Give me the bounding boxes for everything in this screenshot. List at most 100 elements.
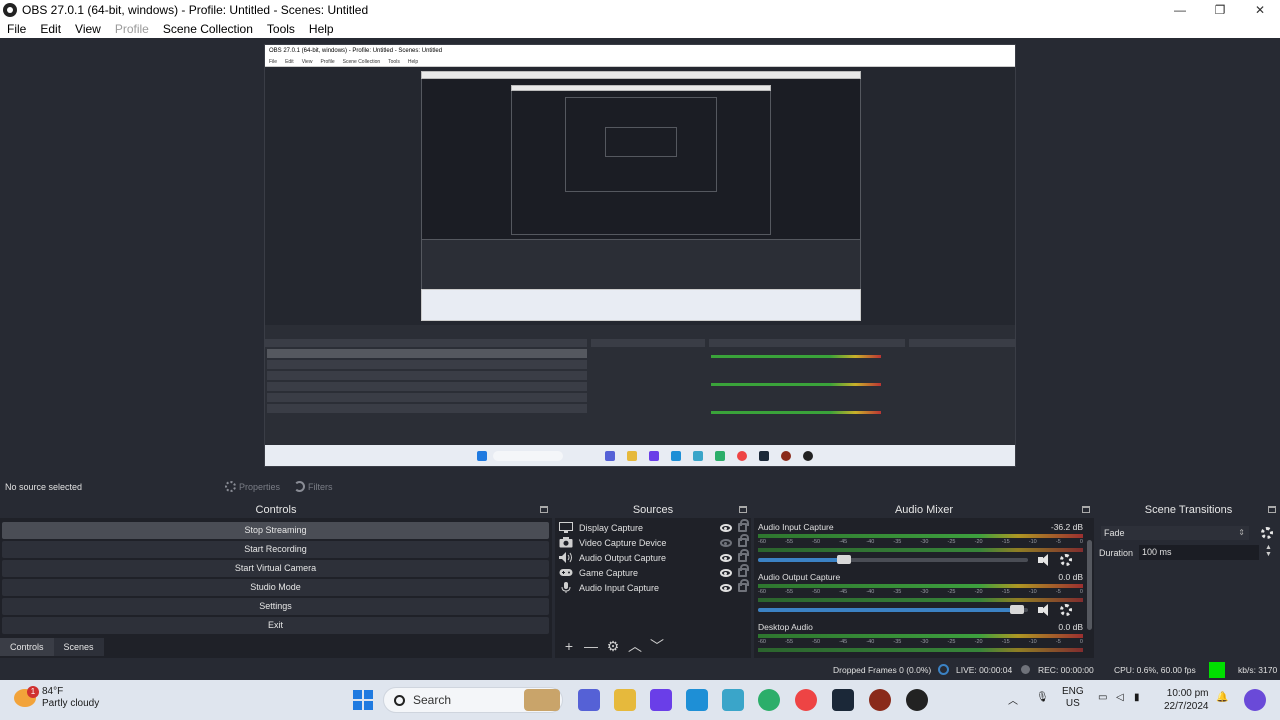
lock-icon[interactable] (738, 549, 749, 562)
remove-source-icon[interactable]: — (582, 638, 600, 654)
source-item[interactable]: Video Capture Device (555, 534, 751, 550)
duration-spinner-icon[interactable]: ▲ ▼ (1265, 544, 1272, 558)
volume-handle[interactable] (1010, 605, 1025, 614)
visibility-eye-icon[interactable] (720, 523, 732, 532)
visibility-eye-icon[interactable] (720, 553, 732, 562)
game-app-icon[interactable] (869, 689, 891, 711)
chrome-icon[interactable] (795, 689, 817, 711)
lock-icon[interactable] (738, 579, 749, 592)
tab-controls[interactable]: Controls (0, 638, 54, 656)
menu-profile[interactable]: Profile (108, 22, 156, 36)
obs-taskbar-icon[interactable] (906, 689, 928, 711)
file-explorer-icon[interactable] (614, 689, 636, 711)
settings-button[interactable]: Settings (2, 598, 549, 615)
source-item[interactable]: Game Capture (555, 564, 751, 580)
stop-streaming-button[interactable]: Stop Streaming (2, 522, 549, 539)
mute-speaker-icon[interactable] (1038, 604, 1052, 616)
scale-tick: -40 (866, 639, 875, 645)
volume-handle[interactable] (837, 555, 852, 564)
filters-button[interactable]: Filters (294, 481, 333, 492)
controls-dock-body: Stop Streaming Start Recording Start Vir… (0, 518, 552, 658)
volume-tray-icon[interactable]: ◁ (1116, 692, 1124, 703)
weather-sun-icon: 1 (14, 686, 39, 707)
battery-icon[interactable]: ▮ (1134, 692, 1140, 703)
undock-icon[interactable] (1082, 506, 1090, 513)
undock-icon[interactable] (1268, 506, 1276, 513)
teams-icon[interactable] (578, 689, 600, 711)
volume-slider[interactable] (758, 555, 1028, 564)
tray-chevron-up-icon[interactable]: ︿ (1008, 692, 1018, 707)
windows-start-icon[interactable] (353, 690, 373, 710)
menu-file[interactable]: File (0, 22, 33, 36)
notification-bell-icon[interactable]: 🔔 (1216, 692, 1228, 703)
menu-tools[interactable]: Tools (260, 22, 302, 36)
nested-menu-edit: Edit (285, 58, 294, 65)
live-indicator-icon (938, 664, 949, 675)
clock[interactable]: 10:00 pm 22/7/2024 (1164, 687, 1209, 713)
microphone-tray-icon[interactable]: 🎙 (1036, 692, 1049, 703)
maximize-button[interactable]: ❐ (1200, 3, 1240, 17)
search-highlight-icon[interactable] (524, 689, 560, 711)
sources-dock-header: Sources (555, 502, 751, 518)
scale-tick: -5 (1055, 589, 1061, 595)
scale-tick: -45 (839, 589, 848, 595)
weather-widget[interactable]: 1 84°F Partly cloudy (14, 686, 99, 710)
close-button[interactable]: ✕ (1240, 3, 1280, 17)
mixer-scrollbar[interactable] (1087, 540, 1092, 630)
menu-edit[interactable]: Edit (33, 22, 68, 36)
move-up-chevron-icon[interactable]: ︿ (626, 636, 644, 656)
level-meter (758, 598, 1083, 602)
edge-browser-icon[interactable] (758, 689, 780, 711)
copilot-icon[interactable] (1244, 689, 1266, 711)
editor-app-icon[interactable] (650, 689, 672, 711)
tab-scenes[interactable]: Scenes (53, 638, 104, 656)
studio-mode-button[interactable]: Studio Mode (2, 579, 549, 596)
clock-time: 10:00 pm (1166, 688, 1209, 699)
source-item[interactable]: Display Capture (555, 519, 751, 535)
mute-speaker-icon[interactable] (1038, 554, 1052, 566)
start-virtual-camera-button[interactable]: Start Virtual Camera (2, 560, 549, 577)
lock-icon[interactable] (738, 519, 749, 532)
start-recording-button[interactable]: Start Recording (2, 541, 549, 558)
properties-button[interactable]: Properties (225, 481, 280, 492)
steam-icon[interactable] (832, 689, 854, 711)
minimize-button[interactable]: — (1160, 3, 1200, 17)
scale-tick: -45 (839, 639, 848, 645)
undock-icon[interactable] (540, 506, 548, 513)
exit-button[interactable]: Exit (2, 617, 549, 634)
visibility-eye-icon[interactable] (720, 568, 732, 577)
network-icon[interactable]: ▭ (1098, 692, 1107, 703)
scale-tick: 0 (1079, 589, 1083, 595)
scale-tick: -40 (866, 539, 875, 545)
menu-scene-collection[interactable]: Scene Collection (156, 22, 260, 36)
source-item[interactable]: Audio Output Capture (555, 549, 751, 565)
source-properties-gear-icon[interactable]: ⚙ (604, 638, 622, 655)
mail-icon[interactable] (722, 689, 744, 711)
remote-desktop-icon[interactable] (686, 689, 708, 711)
scale-tick: -60 (758, 589, 766, 595)
channel-gear-icon[interactable] (1060, 554, 1072, 566)
undock-icon[interactable] (739, 506, 747, 513)
properties-label: Properties (239, 481, 281, 492)
add-source-icon[interactable]: + (560, 638, 578, 654)
move-down-chevron-icon[interactable]: ﹀ (648, 636, 666, 656)
lock-icon[interactable] (738, 564, 749, 577)
source-item[interactable]: Audio Input Capture (555, 579, 751, 595)
visibility-eye-icon[interactable] (720, 538, 732, 547)
volume-slider[interactable] (758, 605, 1028, 614)
menu-help[interactable]: Help (302, 22, 341, 36)
menu-view[interactable]: View (68, 22, 108, 36)
audio-mixer-title: Audio Mixer (894, 504, 954, 516)
visibility-eye-icon[interactable] (720, 583, 732, 592)
transition-gear-icon[interactable] (1261, 527, 1273, 539)
lock-icon[interactable] (738, 534, 749, 547)
scale-tick: -30 (920, 589, 929, 595)
duration-input[interactable]: 100 ms (1139, 545, 1259, 560)
weather-temp: 84°F (42, 686, 64, 697)
nested-sources-header (591, 339, 705, 347)
language-indicator[interactable]: ENG US (1062, 686, 1084, 710)
channel-gear-icon[interactable] (1060, 604, 1072, 616)
duration-label: Duration (1099, 548, 1134, 558)
preview-area[interactable]: OBS 27.0.1 (64-bit, windows) - Profile: … (0, 38, 1280, 474)
transition-select[interactable]: Fade (1101, 526, 1249, 540)
